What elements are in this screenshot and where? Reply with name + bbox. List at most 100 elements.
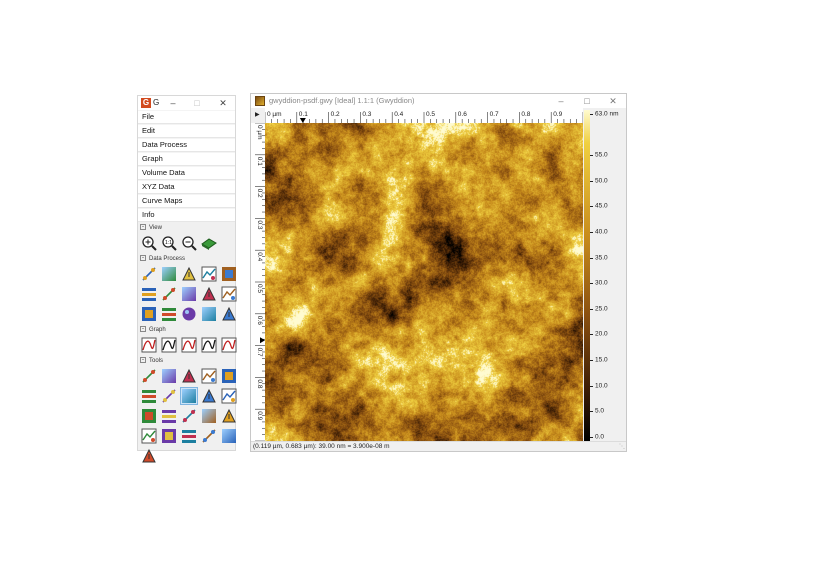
menu-file[interactable]: File <box>138 110 235 124</box>
close-button[interactable]: ✕ <box>601 94 625 108</box>
cursor-value-readout: (0.119 µm, 0.683 µm): 39.00 nm = 3.900e-… <box>253 443 390 450</box>
close-button[interactable]: ✕ <box>212 96 234 110</box>
path-level-icon[interactable] <box>201 408 217 424</box>
distance-icon[interactable] <box>161 368 177 384</box>
color-bar-tick <box>590 385 593 387</box>
collapse-icon[interactable]: - <box>140 255 146 262</box>
spot-remove-icon[interactable] <box>141 306 157 322</box>
line-tool-icon[interactable] <box>141 448 157 464</box>
color-bar-label: 35.0 <box>595 254 608 262</box>
section-tools <box>138 366 237 466</box>
row-align-icon[interactable] <box>161 286 177 302</box>
v-ruler-tick-label: 0.7 <box>256 348 263 357</box>
v-ruler-tick-label: 0.8 <box>256 379 263 388</box>
readvalue-icon[interactable] <box>221 428 237 444</box>
section-data-process-header[interactable]: - Data Process <box>138 254 235 264</box>
menu-graph[interactable]: Graph <box>138 152 235 166</box>
color-bar-tick <box>590 180 593 182</box>
icon-row <box>138 386 237 406</box>
graph-export-icon[interactable] <box>221 337 237 353</box>
v-ruler-tick-label: 0.9 <box>256 411 263 420</box>
crop-icon[interactable] <box>161 266 177 282</box>
line-stats-icon[interactable] <box>180 387 198 405</box>
selection-icon[interactable] <box>161 428 177 444</box>
plane-level-icon[interactable] <box>221 266 237 282</box>
menu-data-process[interactable]: Data Process <box>138 138 235 152</box>
graph-cut-icon[interactable] <box>201 337 217 353</box>
collapse-icon[interactable]: - <box>140 224 146 231</box>
level-tool-icon[interactable] <box>141 388 157 404</box>
dither-icon[interactable] <box>221 306 237 322</box>
resize-grip-icon[interactable]: ⋱ <box>619 443 625 450</box>
section-graph <box>138 335 237 355</box>
duplicate-icon[interactable] <box>201 266 217 282</box>
mark-icon[interactable] <box>221 408 237 424</box>
section-view-header[interactable]: - View <box>138 223 235 233</box>
h-ruler-tick-label: 0.2 <box>331 111 340 118</box>
color-bar-label: 30.0 <box>595 279 608 287</box>
stats-icon[interactable] <box>161 408 177 424</box>
maximize-button[interactable]: □ <box>186 96 208 110</box>
collapse-icon[interactable]: - <box>140 357 146 364</box>
color-bar-label: 55.0 <box>595 151 608 159</box>
cross-icon[interactable] <box>181 368 197 384</box>
facet-level-icon[interactable] <box>141 286 157 302</box>
h-ruler-tick-label: 0.5 <box>426 111 435 118</box>
menu-info[interactable]: Info <box>138 208 235 222</box>
maximize-button[interactable]: □ <box>575 94 599 108</box>
grain-tool-icon[interactable] <box>141 408 157 424</box>
color-range-icon[interactable] <box>161 388 177 404</box>
data-window-titlebar[interactable]: gwyddion-psdf.gwy [Ideal] 1.1:1 (Gwyddio… <box>251 94 626 108</box>
scars-icon[interactable] <box>181 266 197 282</box>
zoom-in-icon[interactable] <box>141 235 157 251</box>
section-tools-header[interactable]: - Tools <box>138 356 235 366</box>
spot-tool-icon[interactable] <box>141 428 157 444</box>
shade-icon[interactable] <box>181 408 197 424</box>
grains-icon[interactable] <box>201 286 217 302</box>
h-ruler-tick-label: 0.7 <box>490 111 499 118</box>
sphere-icon[interactable] <box>181 306 197 322</box>
line-correction-icon[interactable] <box>141 266 157 282</box>
section-data-process-label: Data Process <box>149 256 186 262</box>
svg-text:1:1: 1:1 <box>165 240 172 246</box>
3d-view-icon[interactable] <box>201 235 217 251</box>
menu-volume-data[interactable]: Volume Data <box>138 166 235 180</box>
collapse-icon[interactable]: - <box>140 326 146 333</box>
zoom-out-icon[interactable] <box>181 235 197 251</box>
v-ruler-tick-label: 0.4 <box>256 252 263 261</box>
graph-measure-icon[interactable] <box>181 337 197 353</box>
fft-icon[interactable] <box>221 286 237 302</box>
filter-tool-icon[interactable] <box>221 388 237 404</box>
menu-curve-maps[interactable]: Curve Maps <box>138 194 235 208</box>
corr-icon[interactable] <box>201 428 217 444</box>
gradient-icon[interactable] <box>201 306 217 322</box>
section-view-label: View <box>149 225 162 231</box>
minimize-button[interactable]: – <box>162 96 184 110</box>
spectro-icon[interactable] <box>221 368 237 384</box>
pointer-icon[interactable] <box>141 368 157 384</box>
height-map-image[interactable] <box>265 123 583 441</box>
minimize-button[interactable]: – <box>549 94 573 108</box>
roughness-icon[interactable] <box>201 388 217 404</box>
color-bar-label: 15.0 <box>595 356 608 364</box>
color-bar-label: 40.0 <box>595 228 608 236</box>
ruler-menu-arrow-icon[interactable]: ▶ <box>255 111 260 118</box>
menu-xyz-data[interactable]: XYZ Data <box>138 180 235 194</box>
color-bar-tick <box>590 411 593 413</box>
mask-icon[interactable] <box>161 306 177 322</box>
v-ruler-tick-label: 0.3 <box>256 220 263 229</box>
h-ruler-tick-label: 0.6 <box>458 111 467 118</box>
zoom-1to1-icon[interactable]: 1:1 <box>161 235 177 251</box>
graph-peaks-icon[interactable] <box>161 337 177 353</box>
graph-fit-icon[interactable] <box>141 337 157 353</box>
profile-icon[interactable] <box>201 368 217 384</box>
toolbox-titlebar[interactable]: G G – □ ✕ <box>138 96 235 110</box>
color-bar-label: 10.0 <box>595 382 608 390</box>
mask-editor-icon[interactable] <box>181 428 197 444</box>
color-bar-tick <box>590 334 593 336</box>
color-bar-tick <box>590 206 593 208</box>
polynomial-icon[interactable] <box>181 286 197 302</box>
data-window: gwyddion-psdf.gwy [Ideal] 1.1:1 (Gwyddio… <box>250 93 627 452</box>
menu-edit[interactable]: Edit <box>138 124 235 138</box>
section-graph-header[interactable]: - Graph <box>138 325 235 335</box>
